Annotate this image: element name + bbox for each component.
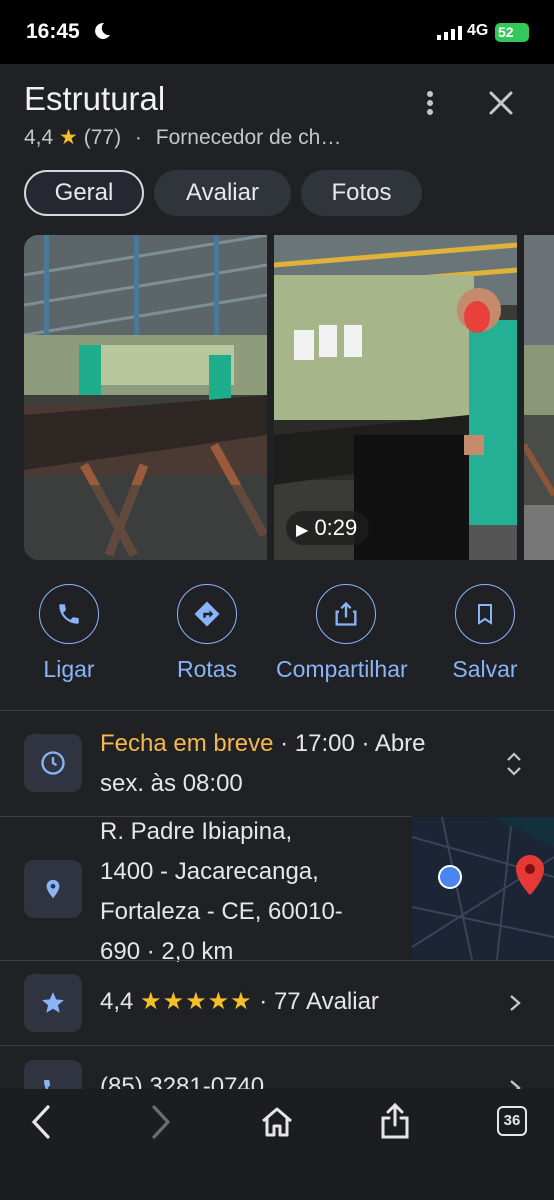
phone-row-icon xyxy=(24,1060,82,1089)
do-not-disturb-icon xyxy=(95,22,110,39)
address-text[interactable]: R. Padre Ibiapina, 1400 - Jacarecanga, F… xyxy=(100,812,400,972)
video-duration: 0:29 xyxy=(314,515,358,540)
phone-number[interactable]: (85) 3281-0740 xyxy=(100,1073,264,1089)
address-line-2: 1400 - Jacarecanga, xyxy=(100,858,319,885)
tab-geral[interactable]: Geral xyxy=(24,170,144,216)
review-count[interactable]: (77) xyxy=(84,126,121,149)
divider xyxy=(0,1045,554,1046)
place-sheet: Estrutural 4,4 ★ (77) · Fornecedor de ch… xyxy=(0,64,554,1089)
place-title: Estrutural xyxy=(24,80,166,117)
photo-carousel[interactable]: ▶ 0:29 xyxy=(24,235,554,560)
hours-info[interactable]: Fecha em breve · 17:00 · Abre sex. às 08… xyxy=(100,724,480,804)
address-line-1: R. Padre Ibiapina, xyxy=(100,818,293,845)
call-button[interactable]: Ligar xyxy=(24,584,114,683)
chevron-right-icon[interactable] xyxy=(508,1078,522,1089)
location-pin-icon xyxy=(24,860,82,918)
battery-level: 52 xyxy=(498,24,514,40)
share-button[interactable]: Compartilhar xyxy=(276,584,416,683)
phone-icon xyxy=(39,584,99,644)
photo-3[interactable] xyxy=(524,235,554,560)
photo-1[interactable] xyxy=(24,235,267,560)
place-category: Fornecedor de ch… xyxy=(155,126,342,149)
directions-icon xyxy=(177,584,237,644)
battery-icon: 52 xyxy=(495,23,529,42)
action-row: Ligar Rotas Compartilhar Salvar xyxy=(0,584,554,694)
browser-toolbar: 36 xyxy=(0,1089,554,1200)
more-options-icon[interactable] xyxy=(418,88,442,118)
rating-row[interactable]: 4,4 ★★★★★ · 77 Avaliar xyxy=(100,987,379,1016)
expand-icon[interactable] xyxy=(504,751,524,777)
address-line-3: Fortaleza - CE, 60010- xyxy=(100,898,343,925)
divider xyxy=(0,960,554,961)
rating-stars: ★★★★★ xyxy=(140,988,253,1015)
video-thumbnail[interactable]: ▶ 0:29 xyxy=(274,235,517,560)
divider xyxy=(0,710,554,711)
map-thumbnail[interactable] xyxy=(412,817,554,960)
forward-icon[interactable] xyxy=(146,1104,174,1140)
tab-fotos[interactable]: Fotos xyxy=(301,170,422,216)
star-icon: ★ xyxy=(59,126,78,149)
clock-icon xyxy=(24,734,82,792)
network-type: 4G xyxy=(467,22,489,39)
status-time: 16:45 xyxy=(26,20,80,43)
tab-avaliar[interactable]: Avaliar xyxy=(154,170,291,216)
call-label: Ligar xyxy=(43,656,95,682)
save-button[interactable]: Salvar xyxy=(440,584,530,683)
bookmark-icon xyxy=(455,584,515,644)
video-duration-chip: ▶ 0:29 xyxy=(286,511,370,545)
directions-label: Rotas xyxy=(176,656,238,682)
share-label: Compartilhar xyxy=(276,656,408,682)
directions-button[interactable]: Rotas xyxy=(162,584,252,683)
hours-detail-2: sex. às 08:00 xyxy=(100,770,243,797)
hours-status: Fecha em breve xyxy=(100,730,274,757)
save-label: Salvar xyxy=(452,656,518,682)
hours-detail-1: · 17:00 · Abre xyxy=(273,730,426,757)
close-icon[interactable] xyxy=(486,88,516,118)
rating-text: · 77 Avaliar xyxy=(252,988,379,1015)
play-icon: ▶ xyxy=(296,522,309,539)
share-icon xyxy=(316,584,376,644)
signal-icon xyxy=(437,26,462,40)
address-line-4: 690 · 2,0 km xyxy=(100,938,234,965)
chevron-right-icon[interactable] xyxy=(508,993,522,1013)
rating-value: 4,4 xyxy=(100,988,134,1015)
home-icon[interactable] xyxy=(260,1106,294,1138)
place-subtitle: 4,4 ★ (77) · Fornecedor de ch… xyxy=(24,125,341,150)
tabs-count: 36 xyxy=(503,1112,521,1129)
separator: · xyxy=(134,126,142,149)
back-icon[interactable] xyxy=(28,1104,56,1140)
tabs-count-button[interactable]: 36 xyxy=(497,1106,527,1136)
share-page-icon[interactable] xyxy=(379,1102,411,1140)
star-row-icon xyxy=(24,974,82,1032)
place-rating: 4,4 xyxy=(24,126,54,149)
status-bar: 16:45 4G 52 xyxy=(0,0,554,64)
